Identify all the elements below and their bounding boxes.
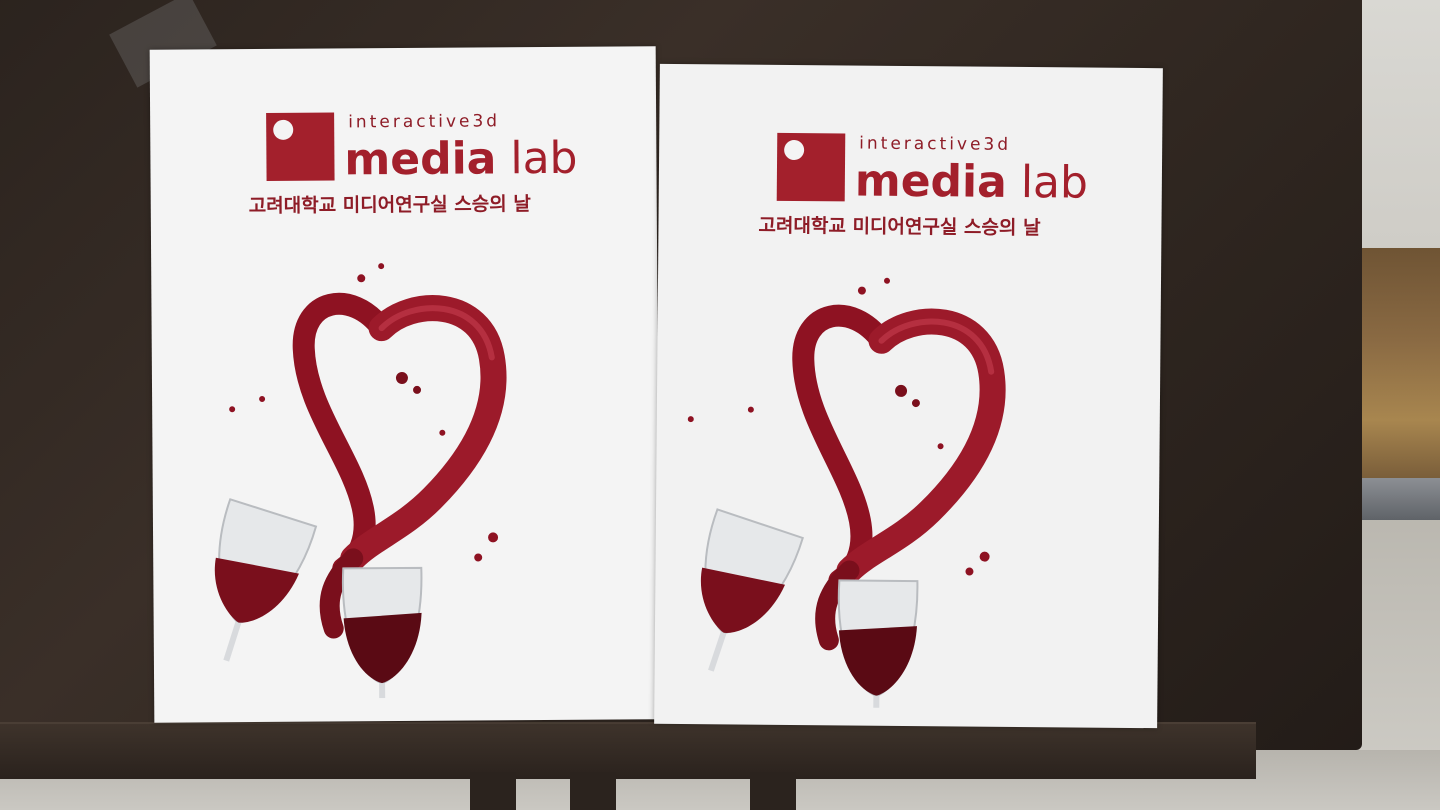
logo-dot-icon	[273, 119, 294, 140]
logo-title-light: lab	[510, 132, 578, 185]
logo-dot-icon	[784, 139, 805, 161]
logo-title-light: lab	[1020, 156, 1089, 209]
poster-subtitle: 고려대학교 미디어연구실 스승의 날	[758, 214, 1041, 240]
logo-title: media lab	[344, 132, 578, 186]
board-ledge	[0, 722, 1256, 779]
poster-right: interactive3d media lab 고려대학교 미디어연구실 스승의…	[654, 63, 1163, 729]
board-leg	[570, 772, 616, 810]
poster-left: interactive3d media lab 고려대학교 미디어연구실 스승의…	[149, 46, 661, 723]
poster-subtitle: 고려대학교 미디어연구실 스승의 날	[248, 193, 531, 218]
board-leg	[470, 772, 516, 810]
wine-heart-splash-icon	[687, 277, 1006, 708]
logo-subtitle: interactive3d	[348, 111, 501, 133]
logo-square-icon	[266, 112, 335, 181]
logo-title: media lab	[854, 155, 1089, 209]
board-leg	[750, 772, 796, 810]
logo-title-bold: media	[854, 155, 1008, 208]
logo-subtitle: interactive3d	[859, 133, 1012, 155]
wine-heart-splash-icon	[214, 263, 507, 699]
logo-square-icon	[776, 132, 846, 202]
photo-scene: interactive3d media lab 고려대학교 미디어연구실 스승의…	[0, 0, 1440, 810]
logo-title-bold: media	[344, 133, 497, 186]
